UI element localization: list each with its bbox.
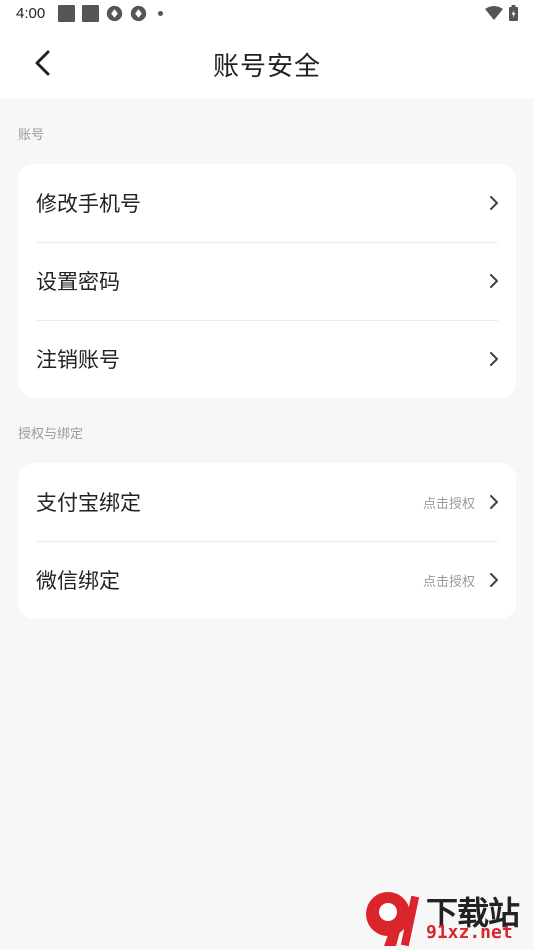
watermark-text-bottom: 91xz.net — [426, 922, 513, 943]
authorization-card: 支付宝绑定 点击授权 微信绑定 点击授权 — [18, 463, 516, 619]
section-label-authorization: 授权与绑定 — [18, 427, 84, 442]
list-item-label: 支付宝绑定 — [36, 491, 141, 515]
watermark-logo-icon — [366, 892, 420, 947]
chevron-right-icon — [487, 274, 501, 288]
list-item-label: 注销账号 — [36, 348, 120, 372]
battery-icon — [509, 5, 518, 21]
list-item-label: 修改手机号 — [36, 192, 141, 216]
watermark-logo: 下载站 91xz.net — [362, 888, 534, 950]
sync-icon — [106, 5, 123, 22]
list-item-set-password[interactable]: 设置密码 — [18, 242, 516, 320]
list-item-label: 微信绑定 — [36, 569, 120, 593]
list-item-label: 设置密码 — [36, 270, 120, 294]
status-time: 4:00 — [16, 5, 46, 22]
list-item-delete-account[interactable]: 注销账号 — [18, 320, 516, 398]
chevron-right-icon — [487, 495, 501, 509]
authorize-hint: 点击授权 — [422, 496, 475, 512]
list-item-change-phone[interactable]: 修改手机号 — [18, 164, 516, 242]
list-item-alipay-binding[interactable]: 支付宝绑定 点击授权 — [18, 463, 516, 541]
chevron-right-icon — [487, 573, 501, 587]
section-label-account: 账号 — [18, 128, 45, 143]
square-icon — [58, 5, 75, 22]
square-icon — [82, 5, 99, 22]
app-header: 账号安全 — [0, 28, 534, 98]
status-notification-icons — [58, 5, 163, 22]
sync-icon — [130, 5, 147, 22]
wifi-icon — [485, 6, 503, 20]
account-card: 修改手机号 设置密码 注销账号 — [18, 164, 516, 398]
status-bar: 4:00 — [0, 0, 534, 28]
authorize-hint: 点击授权 — [422, 574, 475, 590]
dot-icon — [158, 11, 163, 16]
list-item-wechat-binding[interactable]: 微信绑定 点击授权 — [18, 541, 516, 619]
chevron-right-icon — [487, 352, 501, 366]
page-title: 账号安全 — [212, 52, 321, 82]
status-system-icons — [485, 5, 518, 21]
chevron-right-icon — [487, 196, 501, 210]
